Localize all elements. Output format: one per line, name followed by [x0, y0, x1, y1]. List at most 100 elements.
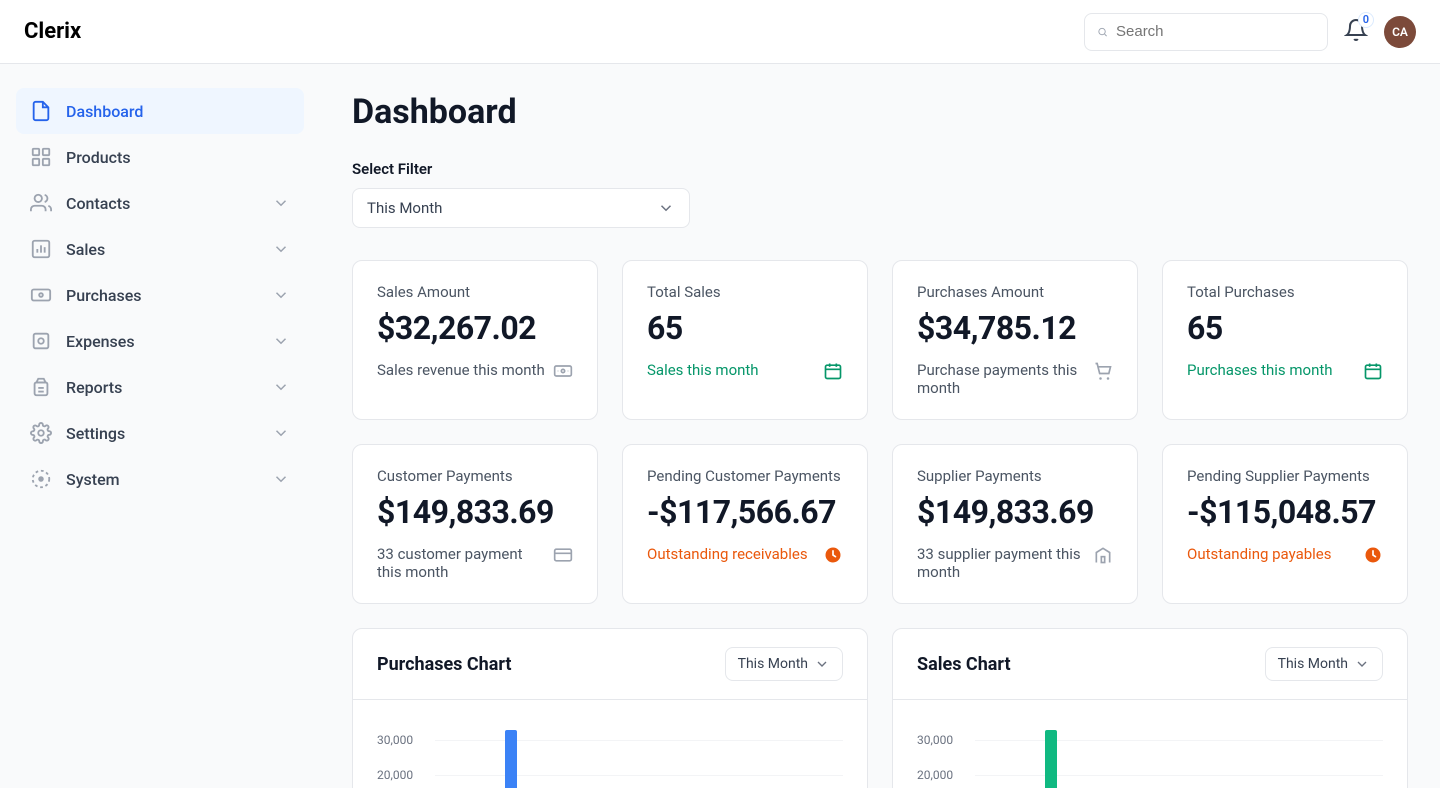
file-icon — [30, 100, 52, 122]
chart-bar — [505, 730, 517, 788]
sidebar-item-label: Expenses — [66, 332, 258, 351]
stat-title: Pending Customer Payments — [647, 467, 843, 485]
chevron-down-icon — [814, 656, 830, 672]
building-icon — [1093, 545, 1113, 565]
chart-icon — [30, 238, 52, 260]
filter-label: Select Filter — [352, 160, 1408, 178]
chart-body: 30,000 20,000 — [353, 700, 867, 788]
cash-icon — [30, 284, 52, 306]
sidebar-item-settings[interactable]: Settings — [16, 410, 304, 456]
page-title: Dashboard — [352, 92, 1408, 132]
chevron-down-icon — [272, 286, 290, 304]
stat-card: Total Sales 65 Sales this month — [622, 260, 868, 420]
cart-icon — [1093, 361, 1113, 381]
y-tick: 30,000 — [377, 733, 413, 747]
notifications-button[interactable]: 0 — [1344, 18, 1368, 46]
calendar-icon — [1363, 361, 1383, 381]
chevron-down-icon — [272, 378, 290, 396]
y-tick: 30,000 — [917, 733, 953, 747]
stat-card: Pending Customer Payments -$117,566.67 O… — [622, 444, 868, 604]
sidebar-item-reports[interactable]: Reports — [16, 364, 304, 410]
stat-description: Sales revenue this month — [377, 361, 545, 379]
search-input[interactable] — [1116, 23, 1315, 40]
stat-card: Sales Amount $32,267.02 Sales revenue th… — [352, 260, 598, 420]
notification-count: 0 — [1358, 12, 1374, 28]
chart-filter-select[interactable]: This Month — [1265, 647, 1383, 681]
stat-title: Pending Supplier Payments — [1187, 467, 1383, 485]
receipt-icon — [30, 330, 52, 352]
chart-grid: Purchases Chart This Month 30,000 20,000… — [352, 628, 1408, 788]
stat-description: Purchases this month — [1187, 361, 1333, 379]
chart-body: 30,000 20,000 — [893, 700, 1407, 788]
stat-value: -$115,048.57 — [1187, 493, 1383, 531]
sidebar-item-system[interactable]: System — [16, 456, 304, 502]
chevron-down-icon — [272, 194, 290, 212]
clock-icon — [823, 545, 843, 565]
sidebar: Dashboard Products Contacts Sales Purcha… — [0, 64, 320, 788]
stat-value: 65 — [647, 309, 843, 347]
stat-title: Total Purchases — [1187, 283, 1383, 301]
clock-icon — [1363, 545, 1383, 565]
stat-card: Supplier Payments $149,833.69 33 supplie… — [892, 444, 1138, 604]
stat-card: Customer Payments $149,833.69 33 custome… — [352, 444, 598, 604]
sidebar-item-label: Sales — [66, 240, 258, 259]
chevron-down-icon — [657, 199, 675, 217]
chart-card: Purchases Chart This Month 30,000 20,000 — [352, 628, 868, 788]
stat-value: $149,833.69 — [917, 493, 1113, 531]
sidebar-item-products[interactable]: Products — [16, 134, 304, 180]
chevron-down-icon — [1354, 656, 1370, 672]
stats-grid: Sales Amount $32,267.02 Sales revenue th… — [352, 260, 1408, 604]
search-box[interactable] — [1084, 13, 1328, 51]
brand-logo[interactable]: Clerix — [24, 19, 81, 44]
stat-card: Pending Supplier Payments -$115,048.57 O… — [1162, 444, 1408, 604]
y-tick: 20,000 — [377, 768, 413, 782]
system-icon — [30, 468, 52, 490]
report-icon — [30, 376, 52, 398]
stat-value: 65 — [1187, 309, 1383, 347]
chart-bar — [1045, 730, 1057, 788]
stat-value: $34,785.12 — [917, 309, 1113, 347]
y-tick: 20,000 — [917, 768, 953, 782]
chart-title: Sales Chart — [917, 654, 1011, 675]
sidebar-item-label: System — [66, 470, 258, 489]
stat-card: Total Purchases 65 Purchases this month — [1162, 260, 1408, 420]
header: Clerix 0 CA — [0, 0, 1440, 64]
chevron-down-icon — [272, 332, 290, 350]
calendar-icon — [823, 361, 843, 381]
sidebar-item-label: Products — [66, 148, 290, 167]
chevron-down-icon — [272, 240, 290, 258]
sidebar-item-expenses[interactable]: Expenses — [16, 318, 304, 364]
sidebar-item-label: Reports — [66, 378, 258, 397]
sidebar-item-dashboard[interactable]: Dashboard — [16, 88, 304, 134]
gear-icon — [30, 422, 52, 444]
filter-select[interactable]: This Month — [352, 188, 690, 228]
filter-value: This Month — [367, 199, 442, 217]
stat-title: Supplier Payments — [917, 467, 1113, 485]
search-icon — [1097, 22, 1108, 42]
chevron-down-icon — [272, 470, 290, 488]
header-actions: 0 CA — [1084, 13, 1416, 51]
stat-title: Customer Payments — [377, 467, 573, 485]
stat-description: Purchase payments this month — [917, 361, 1085, 397]
stat-title: Purchases Amount — [917, 283, 1113, 301]
sidebar-item-contacts[interactable]: Contacts — [16, 180, 304, 226]
avatar[interactable]: CA — [1384, 16, 1416, 48]
money-icon — [553, 361, 573, 381]
sidebar-item-label: Purchases — [66, 286, 258, 305]
chart-filter-value: This Month — [738, 656, 808, 672]
stat-description: Sales this month — [647, 361, 759, 379]
stat-title: Sales Amount — [377, 283, 573, 301]
sidebar-item-purchases[interactable]: Purchases — [16, 272, 304, 318]
stat-value: $32,267.02 — [377, 309, 573, 347]
stat-description: Outstanding payables — [1187, 545, 1332, 563]
stat-value: -$117,566.67 — [647, 493, 843, 531]
stat-description: 33 supplier payment this month — [917, 545, 1085, 581]
stat-description: Outstanding receivables — [647, 545, 808, 563]
sidebar-item-label: Contacts — [66, 194, 258, 213]
stat-description: 33 customer payment this month — [377, 545, 545, 581]
stat-card: Purchases Amount $34,785.12 Purchase pay… — [892, 260, 1138, 420]
sidebar-item-sales[interactable]: Sales — [16, 226, 304, 272]
chart-filter-value: This Month — [1278, 656, 1348, 672]
stat-title: Total Sales — [647, 283, 843, 301]
chart-filter-select[interactable]: This Month — [725, 647, 843, 681]
